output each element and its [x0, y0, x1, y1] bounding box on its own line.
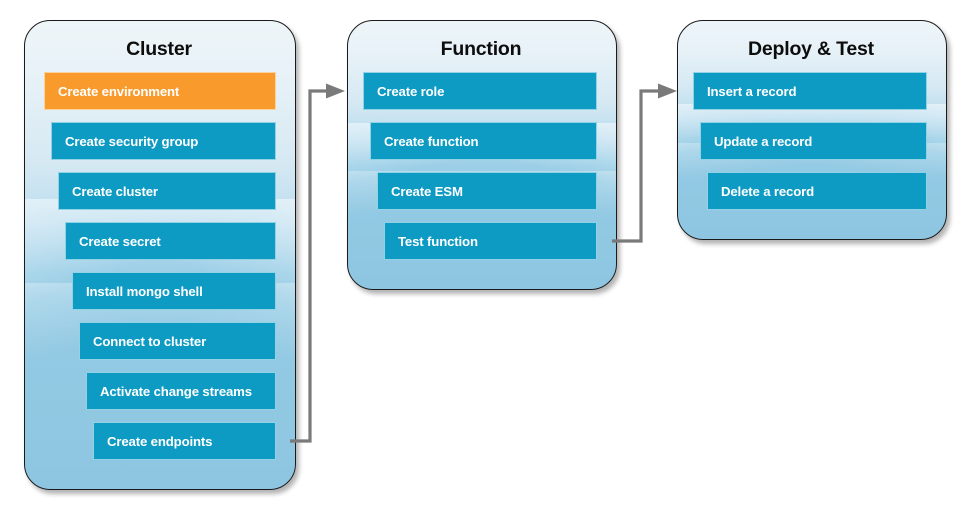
step-test-function[interactable]: Test function [384, 222, 597, 260]
panel-title-function: Function [440, 38, 522, 60]
step-create-security-group[interactable]: Create security group [51, 122, 276, 160]
arrow-right-icon [326, 83, 345, 99]
step-create-secret[interactable]: Create secret [65, 222, 276, 260]
connector-function-to-deploy [612, 83, 677, 243]
step-create-esm[interactable]: Create ESM [377, 172, 597, 210]
arrow-right-icon [658, 83, 677, 99]
panel-title-deploy-test: Deploy & Test [748, 38, 874, 60]
step-create-function[interactable]: Create function [370, 122, 597, 160]
connector-cluster-to-function [290, 83, 345, 443]
step-connect-to-cluster[interactable]: Connect to cluster [79, 322, 276, 360]
step-install-mongo-shell[interactable]: Install mongo shell [72, 272, 276, 310]
step-create-environment[interactable]: Create environment [44, 72, 276, 110]
panel-title-cluster: Cluster [126, 38, 192, 60]
step-activate-change-streams[interactable]: Activate change streams [86, 372, 276, 410]
diagram-canvas: Cluster Create environment Create securi… [0, 0, 965, 505]
step-create-cluster[interactable]: Create cluster [58, 172, 276, 210]
step-insert-a-record[interactable]: Insert a record [693, 72, 927, 110]
step-delete-a-record[interactable]: Delete a record [707, 172, 927, 210]
step-update-a-record[interactable]: Update a record [700, 122, 927, 160]
step-create-role[interactable]: Create role [363, 72, 597, 110]
step-create-endpoints[interactable]: Create endpoints [93, 422, 276, 460]
